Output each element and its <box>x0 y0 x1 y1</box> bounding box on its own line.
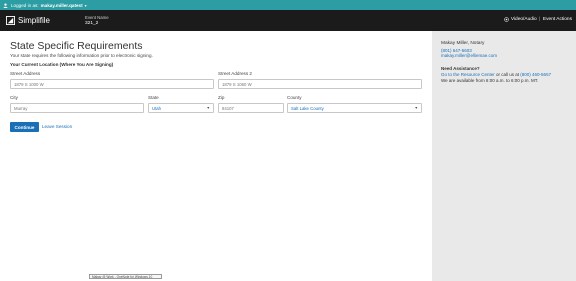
logged-in-label: Logged in as: <box>11 2 39 8</box>
event-name-label: Event Name <box>85 15 109 20</box>
header-actions: Video/Audio | Event Actions <box>504 17 572 22</box>
assistance-heading: Need Assistance? <box>441 65 480 71</box>
video-audio-label: Video/Audio <box>510 17 537 22</box>
taskbar-tooltip: Makay @ Work - OneNote for Windows 10 <box>89 274 162 279</box>
app-header: Simplifile Event Name 321_2 Video/Audio … <box>0 10 576 31</box>
camera-icon <box>504 17 510 22</box>
chevron-down-icon: ▼ <box>414 106 418 110</box>
city-input[interactable]: Murray <box>10 103 144 113</box>
brand-name: Simplifile <box>18 16 51 25</box>
zip-label: Zip <box>218 95 225 100</box>
state-select-value: Utah <box>152 105 162 111</box>
notary-name: Makay Miller, Notary <box>441 41 485 46</box>
location-heading: Your Current Location (Where You Are Sig… <box>10 62 114 67</box>
state-select[interactable]: Utah ▼ <box>148 103 214 113</box>
video-audio-button[interactable]: Video/Audio <box>504 17 537 22</box>
page-subtitle: Your state requires the following inform… <box>10 53 153 58</box>
event-actions-button[interactable]: Event Actions <box>543 17 572 22</box>
state-label: State <box>148 95 159 100</box>
city-label: City <box>10 95 18 100</box>
street-address-2-label: Street Address 2 <box>218 71 252 76</box>
session-bar: Logged in as: makay.miller.qatest ▾ <box>0 0 576 10</box>
street-address-input[interactable]: 1879 S 1000 W <box>10 79 214 89</box>
chevron-down-icon: ▼ <box>206 106 210 110</box>
notary-phone-link[interactable]: (801) 647-5603 <box>441 48 472 53</box>
hours-text: We are available from 6:00 a.m. to 6:00 … <box>441 77 539 83</box>
zip-input[interactable]: 84107 <box>218 103 284 113</box>
notary-sidebar: Makay Miller, Notary (801) 647-5603 maka… <box>432 31 576 281</box>
county-label: County <box>287 95 302 100</box>
chevron-down-icon[interactable]: ▾ <box>85 3 87 8</box>
simplifile-logo-icon <box>6 16 15 25</box>
county-select[interactable]: Salt Lake County ▼ <box>287 103 422 113</box>
main-content: State Specific Requirements Your state r… <box>0 31 432 281</box>
street-address-2-input[interactable]: 1879 S 1060 W <box>218 79 422 89</box>
brand: Simplifile <box>6 16 50 25</box>
leave-session-link[interactable]: Leave Session <box>42 124 72 129</box>
divider: | <box>539 17 541 22</box>
event-name-value: 321_2 <box>85 20 99 26</box>
continue-button[interactable]: Continue <box>10 122 39 132</box>
user-icon <box>3 3 8 8</box>
county-select-value: Salt Lake County <box>291 105 324 111</box>
support-phone-link[interactable]: (800) 460-5657 <box>520 72 551 77</box>
user-menu[interactable]: makay.miller.qatest <box>41 3 83 8</box>
call-us-text: or call us at <box>494 72 521 78</box>
resource-center-link[interactable]: Go to the Resource Center <box>441 72 495 77</box>
event-info: Event Name 321_2 <box>85 15 109 26</box>
notary-email-link[interactable]: makay.miller@elliemae.com <box>441 53 497 58</box>
street-address-label: Street Address <box>10 71 41 76</box>
page-title: State Specific Requirements <box>10 40 143 52</box>
